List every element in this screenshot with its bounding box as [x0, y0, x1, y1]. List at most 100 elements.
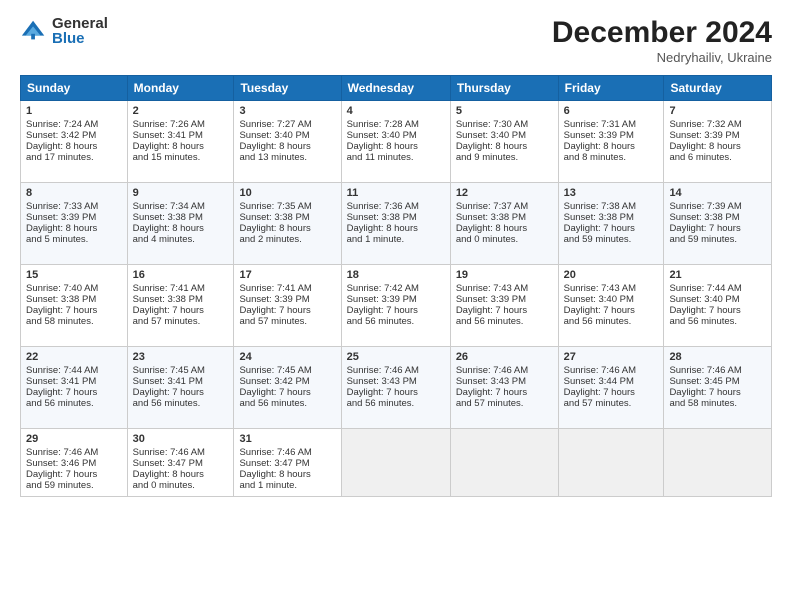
day-info-line: Daylight: 7 hours — [564, 387, 659, 398]
day-info-line: Sunset: 3:41 PM — [26, 376, 122, 387]
day-info-line: and 57 minutes. — [456, 398, 553, 409]
day-info-line: Daylight: 7 hours — [347, 387, 445, 398]
day-info-line: Sunrise: 7:44 AM — [26, 365, 122, 376]
days-header-row: SundayMondayTuesdayWednesdayThursdayFrid… — [21, 76, 772, 101]
day-info-line: Sunset: 3:40 PM — [239, 130, 335, 141]
calendar-cell: 28Sunrise: 7:46 AMSunset: 3:45 PMDayligh… — [664, 347, 772, 429]
day-info-line: Sunrise: 7:44 AM — [669, 283, 766, 294]
day-info-line: Sunset: 3:38 PM — [564, 212, 659, 223]
day-number: 22 — [26, 351, 122, 363]
day-info-line: and 56 minutes. — [347, 398, 445, 409]
day-info-line: Daylight: 7 hours — [456, 305, 553, 316]
day-number: 27 — [564, 351, 659, 363]
day-info-line: Daylight: 8 hours — [347, 141, 445, 152]
day-number: 13 — [564, 187, 659, 199]
week-row-2: 15Sunrise: 7:40 AMSunset: 3:38 PMDayligh… — [21, 265, 772, 347]
day-info-line: Sunset: 3:40 PM — [564, 294, 659, 305]
day-info-line: and 6 minutes. — [669, 152, 766, 163]
calendar-cell — [664, 429, 772, 497]
day-info-line: and 13 minutes. — [239, 152, 335, 163]
day-info-line: Sunset: 3:38 PM — [133, 212, 229, 223]
day-info-line: Daylight: 7 hours — [26, 387, 122, 398]
title-block: December 2024 Nedryhailiv, Ukraine — [552, 16, 772, 65]
day-number: 29 — [26, 433, 122, 445]
day-info-line: and 56 minutes. — [564, 316, 659, 327]
day-number: 24 — [239, 351, 335, 363]
day-info-line: Daylight: 8 hours — [239, 469, 335, 480]
location-subtitle: Nedryhailiv, Ukraine — [552, 50, 772, 65]
day-info-line: and 56 minutes. — [347, 316, 445, 327]
day-number: 19 — [456, 269, 553, 281]
calendar-cell: 29Sunrise: 7:46 AMSunset: 3:46 PMDayligh… — [21, 429, 128, 497]
day-info-line: Daylight: 7 hours — [669, 387, 766, 398]
day-number: 9 — [133, 187, 229, 199]
day-info-line: Daylight: 7 hours — [26, 305, 122, 316]
day-number: 30 — [133, 433, 229, 445]
day-info-line: Sunrise: 7:38 AM — [564, 201, 659, 212]
day-number: 17 — [239, 269, 335, 281]
day-info-line: Sunrise: 7:41 AM — [133, 283, 229, 294]
day-info-line: Sunrise: 7:43 AM — [456, 283, 553, 294]
day-info-line: Daylight: 7 hours — [133, 387, 229, 398]
day-number: 5 — [456, 105, 553, 117]
day-info-line: Sunset: 3:39 PM — [239, 294, 335, 305]
day-info-line: Daylight: 8 hours — [133, 469, 229, 480]
day-info-line: Sunrise: 7:46 AM — [26, 447, 122, 458]
month-title: December 2024 — [552, 16, 772, 50]
day-info-line: Sunset: 3:40 PM — [456, 130, 553, 141]
day-info-line: and 0 minutes. — [456, 234, 553, 245]
day-info-line: and 0 minutes. — [133, 480, 229, 491]
week-row-4: 29Sunrise: 7:46 AMSunset: 3:46 PMDayligh… — [21, 429, 772, 497]
day-number: 11 — [347, 187, 445, 199]
day-info-line: and 4 minutes. — [133, 234, 229, 245]
day-info-line: Sunset: 3:39 PM — [669, 130, 766, 141]
day-info-line: Daylight: 7 hours — [133, 305, 229, 316]
week-row-0: 1Sunrise: 7:24 AMSunset: 3:42 PMDaylight… — [21, 101, 772, 183]
day-info-line: Daylight: 7 hours — [564, 305, 659, 316]
day-info-line: Sunrise: 7:30 AM — [456, 119, 553, 130]
day-info-line: Daylight: 8 hours — [133, 141, 229, 152]
day-info-line: Sunset: 3:39 PM — [564, 130, 659, 141]
day-info-line: Sunrise: 7:37 AM — [456, 201, 553, 212]
day-number: 20 — [564, 269, 659, 281]
calendar-cell — [558, 429, 664, 497]
page: General Blue December 2024 Nedryhailiv, … — [0, 0, 792, 612]
calendar-cell: 17Sunrise: 7:41 AMSunset: 3:39 PMDayligh… — [234, 265, 341, 347]
day-info-line: Daylight: 8 hours — [239, 141, 335, 152]
day-header-wednesday: Wednesday — [341, 76, 450, 101]
day-info-line: Daylight: 8 hours — [239, 223, 335, 234]
day-info-line: Sunset: 3:39 PM — [26, 212, 122, 223]
day-info-line: Sunrise: 7:27 AM — [239, 119, 335, 130]
calendar-cell: 27Sunrise: 7:46 AMSunset: 3:44 PMDayligh… — [558, 347, 664, 429]
day-info-line: and 56 minutes. — [669, 316, 766, 327]
day-info-line: Sunrise: 7:33 AM — [26, 201, 122, 212]
day-info-line: and 17 minutes. — [26, 152, 122, 163]
day-info-line: Sunrise: 7:26 AM — [133, 119, 229, 130]
day-info-line: Daylight: 8 hours — [564, 141, 659, 152]
day-info-line: Sunset: 3:45 PM — [669, 376, 766, 387]
day-info-line: Sunset: 3:41 PM — [133, 130, 229, 141]
day-number: 31 — [239, 433, 335, 445]
calendar-cell: 14Sunrise: 7:39 AMSunset: 3:38 PMDayligh… — [664, 183, 772, 265]
day-info-line: Daylight: 7 hours — [26, 469, 122, 480]
day-info-line: and 56 minutes. — [239, 398, 335, 409]
day-info-line: and 56 minutes. — [133, 398, 229, 409]
day-info-line: and 58 minutes. — [26, 316, 122, 327]
day-number: 8 — [26, 187, 122, 199]
day-number: 26 — [456, 351, 553, 363]
day-info-line: Daylight: 8 hours — [456, 223, 553, 234]
calendar-cell: 3Sunrise: 7:27 AMSunset: 3:40 PMDaylight… — [234, 101, 341, 183]
logo-icon — [20, 17, 48, 45]
calendar-cell: 18Sunrise: 7:42 AMSunset: 3:39 PMDayligh… — [341, 265, 450, 347]
day-info-line: and 58 minutes. — [669, 398, 766, 409]
day-number: 12 — [456, 187, 553, 199]
day-number: 16 — [133, 269, 229, 281]
day-number: 23 — [133, 351, 229, 363]
day-info-line: Sunset: 3:40 PM — [669, 294, 766, 305]
day-info-line: and 15 minutes. — [133, 152, 229, 163]
day-info-line: and 57 minutes. — [133, 316, 229, 327]
day-info-line: and 57 minutes. — [239, 316, 335, 327]
day-header-sunday: Sunday — [21, 76, 128, 101]
day-info-line: Sunrise: 7:35 AM — [239, 201, 335, 212]
day-info-line: and 59 minutes. — [669, 234, 766, 245]
